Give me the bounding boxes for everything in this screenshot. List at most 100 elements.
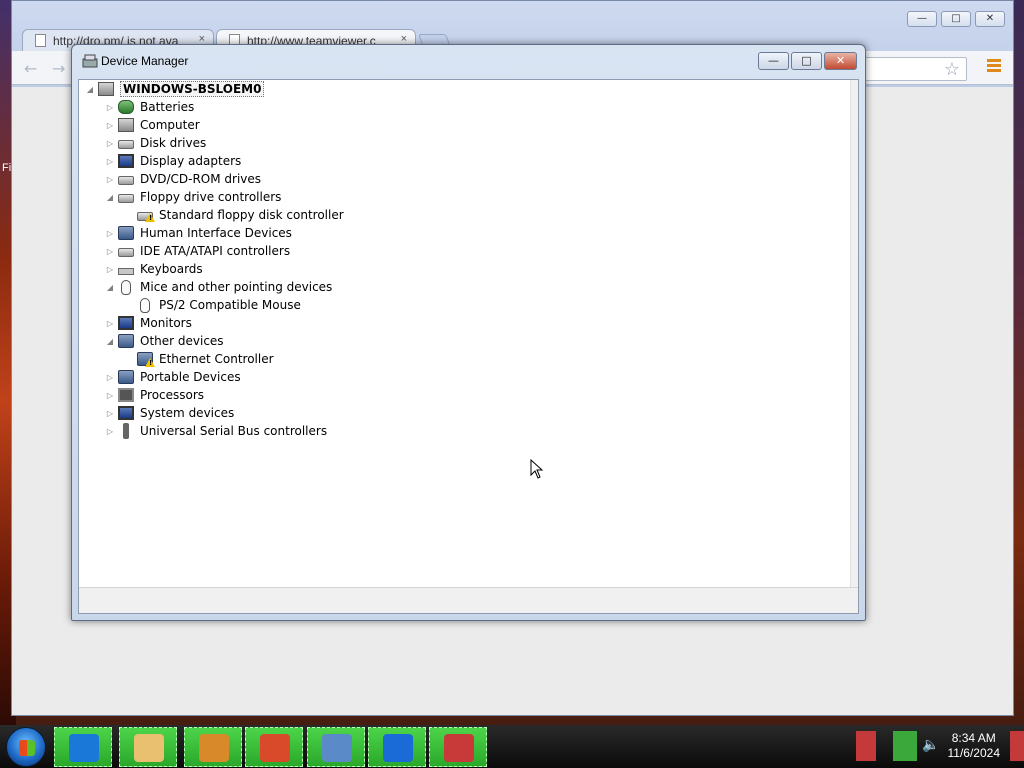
maximize-button[interactable]: □ (791, 52, 822, 70)
device-category[interactable]: ▷ Batteries (105, 98, 194, 116)
collapse-arrow-icon[interactable]: ◢ (85, 85, 95, 94)
taskbar-button[interactable] (184, 727, 242, 767)
device-manager-window: Device Manager — □ ✕ ◢ WINDOWS-BSLOEM0 ▷… (71, 44, 866, 621)
file-explorer-icon (134, 734, 164, 762)
show-desktop-button[interactable] (1010, 731, 1024, 761)
device-label: Processors (140, 388, 205, 402)
portable-device-icon (118, 370, 134, 384)
browser-minimize-button[interactable]: — (907, 11, 937, 27)
ide-controller-icon (118, 248, 134, 257)
device-label: Keyboards (140, 262, 203, 276)
usb-icon (123, 423, 129, 439)
computer-name: WINDOWS-BSLOEM0 (120, 81, 265, 97)
expand-arrow-icon[interactable]: ▷ (105, 373, 115, 382)
device-label: Universal Serial Bus controllers (140, 424, 328, 438)
taskbar-button[interactable] (54, 727, 112, 767)
vertical-scrollbar[interactable] (850, 80, 858, 587)
device-label: Other devices (140, 334, 224, 348)
taskbar-button[interactable] (429, 727, 487, 767)
warning-icon (145, 358, 155, 367)
floppy-controller-warning-icon (137, 212, 155, 222)
collapse-arrow-icon[interactable]: ◢ (105, 193, 115, 202)
status-bar (79, 587, 858, 613)
device-label: Monitors (140, 316, 192, 330)
expand-arrow-icon[interactable]: ▷ (105, 139, 115, 148)
device-category[interactable]: ▷ IDE ATA/ATAPI controllers (105, 242, 290, 260)
device-label: Batteries (140, 100, 195, 114)
device-category[interactable]: ▷ Disk drives (105, 134, 206, 152)
device-category[interactable]: ▷ Portable Devices (105, 368, 241, 386)
expand-arrow-icon[interactable]: ▷ (105, 265, 115, 274)
device-category[interactable]: ▷ Monitors (105, 314, 192, 332)
device-item[interactable]: Ethernet Controller (124, 350, 274, 368)
device-category[interactable]: ▷ System devices (105, 404, 234, 422)
device-label: Computer (140, 118, 200, 132)
minimize-button[interactable]: — (758, 52, 789, 70)
device-category[interactable]: ▷ DVD/CD-ROM drives (105, 170, 261, 188)
expand-arrow-icon[interactable]: ▷ (105, 391, 115, 400)
computer-icon (118, 118, 134, 132)
network-tray-icon[interactable] (893, 731, 917, 761)
back-arrow-icon[interactable]: ← (24, 59, 37, 78)
expand-arrow-icon[interactable]: ▷ (105, 409, 115, 418)
device-item[interactable]: PS/2 Compatible Mouse (124, 296, 301, 314)
chrome-icon (260, 734, 290, 762)
mouse-icon (121, 279, 131, 295)
device-category[interactable]: ◢ Mice and other pointing devices (105, 278, 332, 296)
device-label: Standard floppy disk controller (159, 208, 344, 222)
device-category[interactable]: ▷ Keyboards (105, 260, 203, 278)
device-item[interactable]: Standard floppy disk controller (124, 206, 344, 224)
device-category[interactable]: ▷ Universal Serial Bus controllers (105, 422, 327, 440)
clock[interactable]: 8:34 AM 11/6/2024 (948, 731, 1001, 761)
expand-arrow-icon[interactable]: ▷ (105, 229, 115, 238)
forward-arrow-icon[interactable]: → (52, 59, 65, 78)
start-button[interactable] (6, 727, 46, 767)
expand-arrow-icon[interactable]: ▷ (105, 175, 115, 184)
keyboard-icon (118, 267, 134, 275)
browser-maximize-button[interactable]: □ (941, 11, 971, 27)
device-category[interactable]: ▷ Human Interface Devices (105, 224, 292, 242)
processor-icon (118, 388, 134, 402)
device-category[interactable]: ◢ Floppy drive controllers (105, 188, 282, 206)
disk-drive-icon (118, 140, 134, 149)
desktop-label[interactable]: Fi (2, 162, 11, 174)
taskbar-button[interactable] (245, 727, 303, 767)
warning-icon (145, 213, 155, 222)
tray-app-icon[interactable] (856, 731, 876, 761)
device-category[interactable]: ▷ Display adapters (105, 152, 241, 170)
dvd-drive-icon (118, 176, 134, 185)
device-label: Floppy drive controllers (140, 190, 282, 204)
taskbar-button[interactable] (368, 727, 426, 767)
device-label: Ethernet Controller (159, 352, 274, 366)
device-tree: ◢ WINDOWS-BSLOEM0 ▷ Batteries ▷ Computer ▷ Di… (79, 80, 850, 587)
expand-arrow-icon[interactable]: ▷ (105, 157, 115, 166)
tree-root[interactable]: ◢ WINDOWS-BSLOEM0 (85, 80, 265, 98)
expand-arrow-icon[interactable]: ▷ (105, 247, 115, 256)
unknown-device-icon (118, 334, 134, 348)
device-category[interactable]: ◢ Other devices (105, 332, 224, 350)
browser-menu-icon[interactable] (987, 59, 1001, 74)
expand-arrow-icon[interactable]: ▷ (105, 103, 115, 112)
expand-arrow-icon[interactable]: ▷ (105, 427, 115, 436)
browser-close-button[interactable]: ✕ (975, 11, 1005, 27)
device-category[interactable]: ▷ Computer (105, 116, 200, 134)
bookmark-star-icon[interactable]: ☆ (944, 59, 960, 80)
mouse-icon (140, 297, 150, 313)
close-button[interactable]: ✕ (824, 52, 857, 70)
device-category[interactable]: ▷ Processors (105, 386, 204, 404)
control-panel-icon (322, 734, 352, 762)
device-label: Disk drives (140, 136, 207, 150)
taskbar-button[interactable] (307, 727, 365, 767)
device-manager-icon (82, 54, 98, 68)
collapse-arrow-icon[interactable]: ◢ (105, 337, 115, 346)
device-label: PS/2 Compatible Mouse (159, 298, 301, 312)
volume-muted-icon[interactable]: 🔈 (922, 737, 939, 753)
taskbar: 🔈 8:34 AM 11/6/2024 (0, 725, 1024, 768)
collapse-arrow-icon[interactable]: ◢ (105, 283, 115, 292)
device-label: DVD/CD-ROM drives (140, 172, 262, 186)
computer-icon (98, 82, 114, 96)
taskbar-button[interactable] (119, 727, 177, 767)
expand-arrow-icon[interactable]: ▷ (105, 319, 115, 328)
expand-arrow-icon[interactable]: ▷ (105, 121, 115, 130)
hid-icon (118, 226, 134, 240)
